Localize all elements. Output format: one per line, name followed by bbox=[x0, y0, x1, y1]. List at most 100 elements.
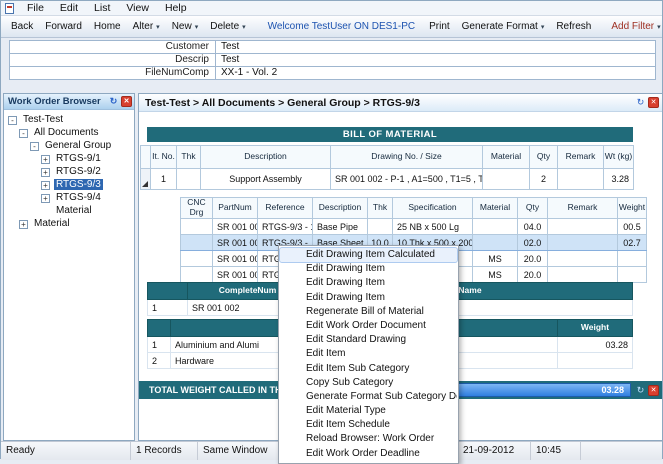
parts-col-description[interactable]: Description bbox=[313, 198, 368, 219]
context-menu-item[interactable]: Edit Material Type bbox=[280, 404, 457, 418]
form-row: FileNumComp XX-1 - Vol. 2 bbox=[10, 67, 656, 80]
tree-expander-icon[interactable]: - bbox=[19, 129, 28, 138]
context-menu-item[interactable]: Edit Drawing Item bbox=[280, 291, 457, 305]
bom-col-itno[interactable]: It. No. bbox=[151, 146, 177, 169]
menu-help[interactable]: Help bbox=[157, 1, 195, 16]
parts-cell-cnc bbox=[181, 267, 213, 283]
parts-col-cncdrg[interactable]: CNC Drg bbox=[181, 198, 213, 219]
chevron-down-icon bbox=[541, 23, 545, 31]
parts-col-thk[interactable]: Thk bbox=[368, 198, 393, 219]
bom-header-row: It. No. Thk Description Drawing No. / Si… bbox=[141, 146, 634, 169]
tree-item-label: RTGS-9/2 bbox=[54, 166, 103, 177]
tree-item-material-root[interactable]: + Material bbox=[4, 217, 134, 230]
parts-col-qty[interactable]: Qty bbox=[518, 198, 548, 219]
refresh-icon[interactable] bbox=[635, 385, 646, 396]
back-label: Back bbox=[11, 21, 33, 32]
category-cell-index: 2 bbox=[148, 353, 171, 369]
context-menu-item[interactable]: Edit Item Sub Category bbox=[280, 362, 457, 376]
context-menu-item[interactable]: Reload Browser: Work Order bbox=[280, 432, 457, 446]
descrip-field[interactable]: Test bbox=[216, 54, 656, 67]
filenumcomp-field[interactable]: XX-1 - Vol. 2 bbox=[216, 67, 656, 80]
category-col-weight[interactable]: Weight bbox=[558, 320, 633, 337]
parts-cell-qty: 20.0 bbox=[518, 251, 548, 267]
menu-edit[interactable]: Edit bbox=[52, 1, 86, 16]
close-icon[interactable] bbox=[648, 385, 659, 396]
context-menu-item[interactable]: Generate Format Sub Category Definitions bbox=[280, 390, 457, 404]
tree-item-rtgs-9-1[interactable]: +RTGS-9/1 bbox=[4, 152, 134, 165]
new-label: New bbox=[172, 21, 192, 32]
tree-item-general-group[interactable]: -General Group bbox=[4, 139, 134, 152]
tree-item-all-documents[interactable]: -All Documents bbox=[4, 126, 134, 139]
print-button[interactable]: Print bbox=[423, 19, 456, 34]
tree-expander-icon[interactable]: + bbox=[41, 194, 50, 203]
forward-button[interactable]: Forward bbox=[39, 19, 88, 34]
bom-data-row[interactable]: 1 Support Assembly SR 001 002 - P-1 , A1… bbox=[141, 169, 634, 190]
home-button[interactable]: Home bbox=[88, 19, 127, 34]
context-menu-item[interactable]: Copy Sub Category bbox=[280, 376, 457, 390]
category-col-index[interactable] bbox=[148, 320, 171, 337]
tree-expander-icon[interactable]: - bbox=[30, 142, 39, 151]
menu-file[interactable]: File bbox=[19, 1, 52, 16]
completenum-col-index[interactable] bbox=[148, 283, 188, 300]
close-icon[interactable] bbox=[648, 97, 659, 108]
tree-item-label: Material bbox=[32, 218, 72, 229]
refresh-button[interactable]: Refresh bbox=[550, 19, 597, 34]
new-button[interactable]: New bbox=[166, 19, 205, 34]
bom-col-qty[interactable]: Qty bbox=[530, 146, 558, 169]
parts-col-partnum[interactable]: PartNum bbox=[213, 198, 258, 219]
bom-col-description[interactable]: Description bbox=[201, 146, 331, 169]
context-menu-item[interactable]: Edit Work Order Document bbox=[280, 319, 457, 333]
category-cell-index: 1 bbox=[148, 337, 171, 353]
parts-cell-partnum: SR 001 002 bbox=[213, 219, 258, 235]
tree-item-rtgs-9-3-selected[interactable]: +RTGS-9/3 bbox=[4, 178, 134, 191]
delete-button[interactable]: Delete bbox=[204, 19, 251, 34]
parts-cell-specification: 25 NB x 500 Lg bbox=[393, 219, 473, 235]
refresh-icon[interactable] bbox=[635, 97, 646, 108]
close-icon[interactable] bbox=[121, 96, 132, 107]
tree-item-rtgs-9-2[interactable]: + RTGS-9/2 bbox=[4, 165, 134, 178]
parts-row[interactable]: SR 001 002 RTGS-9/3 - 1 Base Pipe 25 NB … bbox=[181, 219, 647, 235]
parts-col-remark[interactable]: Remark bbox=[548, 198, 618, 219]
parts-col-specification[interactable]: Specification bbox=[393, 198, 473, 219]
browser-panel-header: Work Order Browser bbox=[4, 94, 134, 110]
parts-cell-cnc bbox=[181, 219, 213, 235]
refresh-icon[interactable] bbox=[108, 96, 119, 107]
back-button[interactable]: Back bbox=[5, 19, 39, 34]
tree-item-rtgs-9-4[interactable]: +RTGS-9/4 bbox=[4, 191, 134, 204]
bom-col-wt[interactable]: Wt (kg) bbox=[604, 146, 634, 169]
context-menu-item[interactable]: Regenerate Bill of Material bbox=[280, 305, 457, 319]
parts-col-reference[interactable]: Reference bbox=[258, 198, 313, 219]
alter-button[interactable]: Alter bbox=[127, 19, 166, 34]
bom-col-thk[interactable]: Thk bbox=[177, 146, 201, 169]
tree-expander-icon[interactable]: + bbox=[41, 181, 50, 190]
tree-expander-icon[interactable]: + bbox=[41, 155, 50, 164]
tree-expander-icon[interactable]: - bbox=[8, 116, 17, 125]
menu-list[interactable]: List bbox=[86, 1, 118, 16]
context-menu-item[interactable]: Edit Item bbox=[280, 347, 457, 361]
parts-col-material[interactable]: Material bbox=[473, 198, 518, 219]
parts-cell-reference: RTGS-9/3 - 1 bbox=[258, 219, 313, 235]
bom-col-material[interactable]: Material bbox=[483, 146, 530, 169]
bom-col-drawing[interactable]: Drawing No. / Size bbox=[331, 146, 483, 169]
customer-field[interactable]: Test bbox=[216, 41, 656, 54]
print-label: Print bbox=[429, 21, 450, 32]
bom-col-remark[interactable]: Remark bbox=[558, 146, 604, 169]
context-menu-item[interactable]: Edit Drawing Item bbox=[280, 276, 457, 290]
context-menu-item[interactable]: Edit Drawing Item Calculated bbox=[280, 248, 457, 262]
parts-header-row: CNC Drg PartNum Reference Description Th… bbox=[181, 198, 647, 219]
forward-label: Forward bbox=[45, 21, 82, 32]
context-menu-item[interactable]: Edit Drawing Item bbox=[280, 262, 457, 276]
context-menu-item[interactable]: Edit Item Schedule bbox=[280, 418, 457, 432]
tree-expander-icon[interactable]: + bbox=[41, 168, 50, 177]
parts-cell-weight bbox=[618, 251, 647, 267]
tree-item-material[interactable]: Material bbox=[4, 204, 134, 217]
generate-format-button[interactable]: Generate Format bbox=[456, 19, 551, 34]
menu-view[interactable]: View bbox=[118, 1, 157, 16]
tree-item-test-test[interactable]: -Test-Test bbox=[4, 113, 134, 126]
work-order-tree: -Test-Test -All Documents -General Group… bbox=[4, 110, 134, 230]
tree-item-label: General Group bbox=[43, 140, 113, 151]
parts-col-weight[interactable]: Weight bbox=[618, 198, 647, 219]
add-filter-button[interactable]: Add Filter bbox=[605, 19, 663, 34]
tree-expander-icon[interactable]: + bbox=[19, 220, 28, 229]
context-menu-item[interactable]: Edit Standard Drawing bbox=[280, 333, 457, 347]
